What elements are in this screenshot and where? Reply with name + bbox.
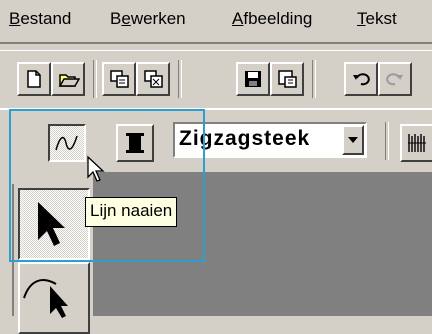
toolbar-separator bbox=[312, 60, 316, 98]
menu-afbeelding[interactable]: Afbeelding bbox=[232, 9, 312, 29]
paste-icon bbox=[144, 70, 163, 88]
chevron-down-icon bbox=[348, 137, 358, 143]
curve-select-tool-button[interactable] bbox=[18, 262, 90, 334]
menu-bestand[interactable]: Bestand bbox=[9, 9, 71, 29]
undo-icon bbox=[353, 73, 370, 86]
menu-bar: Bestand Bewerken Afbeelding Tekst bbox=[0, 0, 432, 44]
redo-icon bbox=[386, 73, 403, 86]
copy-button[interactable] bbox=[102, 62, 136, 96]
menu-tekst[interactable]: Tekst bbox=[357, 9, 397, 29]
curve-select-icon bbox=[23, 279, 68, 318]
toolbar-separator bbox=[178, 60, 182, 98]
paste-button[interactable] bbox=[136, 62, 170, 96]
highlight-box bbox=[9, 109, 205, 262]
redo-button[interactable] bbox=[378, 62, 412, 96]
new-document-icon bbox=[27, 70, 41, 88]
satin-pattern-button[interactable] bbox=[400, 124, 432, 162]
copy-icon bbox=[110, 70, 129, 88]
save-button[interactable] bbox=[236, 62, 270, 96]
save-as-button[interactable] bbox=[270, 62, 304, 96]
open-folder-icon bbox=[58, 74, 80, 87]
undo-button[interactable] bbox=[344, 62, 378, 96]
new-button[interactable] bbox=[17, 62, 51, 96]
toolbar-separator bbox=[385, 122, 389, 160]
menu-bewerken[interactable]: Bewerken bbox=[110, 9, 186, 29]
save-icon bbox=[245, 71, 261, 87]
satin-pattern-icon bbox=[408, 134, 426, 152]
combo-dropdown-button[interactable] bbox=[342, 125, 364, 155]
open-button[interactable] bbox=[51, 62, 85, 96]
standard-toolbar bbox=[0, 50, 432, 107]
toolbar-separator bbox=[93, 60, 97, 98]
save-as-icon bbox=[278, 70, 297, 88]
